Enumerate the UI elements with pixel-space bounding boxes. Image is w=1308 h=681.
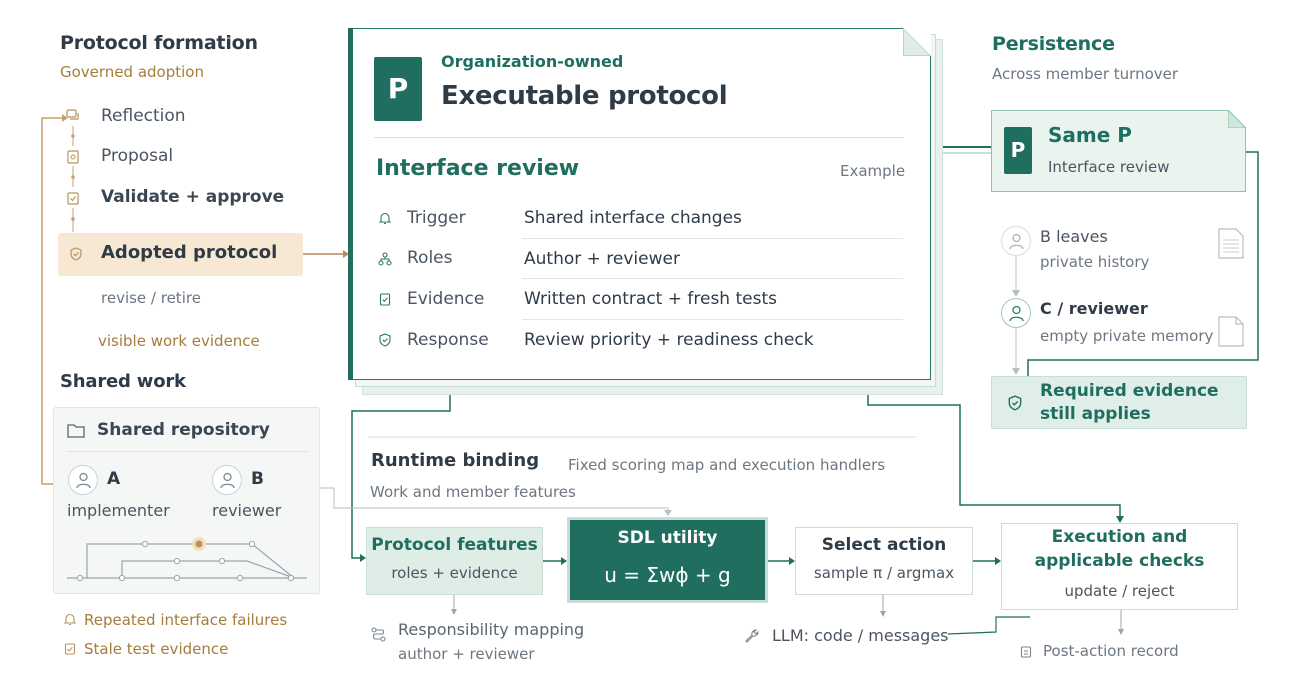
row-roles-key: Roles (407, 248, 453, 268)
signal-repeated-failures: Repeated interface failures (84, 611, 288, 629)
clipboard-icon (1020, 646, 1032, 658)
required-evidence-line1: Required evidence (1040, 381, 1219, 401)
row-divider (522, 278, 903, 279)
member-a-role: implementer (67, 501, 170, 520)
clipboard-icon (64, 643, 76, 655)
row-divider (522, 238, 903, 239)
avatar (1001, 226, 1031, 256)
page-fold-icon (903, 28, 931, 56)
runtime-binding-title: Runtime binding (371, 450, 540, 471)
folder-icon (67, 424, 85, 438)
row-roles-value: Author + reviewer (524, 249, 680, 269)
step-proposal: Proposal (101, 146, 174, 166)
sdl-utility-formula: u = Σwϕ + g (604, 563, 731, 587)
empty-document-icon (1218, 316, 1244, 347)
responsibility-mapping-title: Responsibility mapping (398, 620, 585, 639)
row-divider (522, 319, 903, 320)
card-title: Executable protocol (441, 81, 728, 111)
same-protocol-badge: P (1004, 127, 1032, 174)
row-trigger-key: Trigger (407, 208, 466, 228)
revise-retire-label: revise / retire (101, 289, 201, 307)
branch-graph (67, 537, 307, 582)
sdl-utility-title: SDL utility (617, 528, 718, 548)
protocol-formation-title: Protocol formation (60, 32, 258, 54)
same-protocol-subtitle: Interface review (1048, 158, 1170, 176)
step-reflection: Reflection (101, 106, 186, 126)
persistence-title: Persistence (992, 33, 1115, 55)
work-features-note: Work and member features (370, 483, 576, 501)
shared-repository-title: Shared repository (97, 420, 270, 440)
protocol-features-sub: roles + evidence (391, 564, 518, 582)
b-leaves-label: B leaves (1040, 227, 1108, 246)
member-a-letter: A (107, 469, 121, 489)
row-evidence-value: Written contract + fresh tests (524, 289, 777, 309)
c-reviewer-label: C / reviewer (1040, 299, 1148, 318)
example-tag: Example (840, 162, 906, 180)
shield-check-icon (1008, 395, 1022, 411)
signal-stale-evidence: Stale test evidence (84, 640, 229, 658)
page-fold-icon (1228, 110, 1246, 128)
user-icon (1009, 305, 1024, 321)
card-kicker: Organization-owned (441, 52, 624, 71)
protocol-badge: P (374, 57, 422, 121)
card-divider (374, 137, 904, 138)
bell-icon (378, 212, 392, 225)
post-action-record: Post-action record (1043, 642, 1179, 660)
shared-work-title: Shared work (60, 371, 186, 392)
shield-check-icon (70, 247, 82, 261)
avatar (68, 465, 98, 495)
user-icon (76, 472, 91, 488)
execution-sub: update / reject (1064, 582, 1175, 600)
clipboard-check-icon (67, 192, 79, 205)
required-evidence-line2: still applies (1040, 404, 1151, 424)
document-search-icon (67, 150, 79, 164)
avatar (1001, 298, 1031, 328)
bell-icon (64, 613, 76, 626)
user-icon (1009, 233, 1024, 249)
document-icon (1218, 228, 1244, 259)
select-action-title: Select action (821, 535, 947, 555)
member-b-role: reviewer (212, 501, 282, 520)
visible-work-evidence-label: visible work evidence (98, 332, 260, 350)
llm-label: LLM: code / messages (772, 626, 949, 645)
execution-title-line1: Execution and (1051, 527, 1188, 547)
step-validate-approve: Validate + approve (101, 187, 285, 207)
member-b-letter: B (251, 469, 264, 489)
row-response-key: Response (407, 330, 489, 350)
adopted-protocol-label: Adopted protocol (101, 242, 278, 263)
user-icon (220, 472, 235, 488)
row-trigger-value: Shared interface changes (524, 208, 742, 228)
shield-check-icon (379, 333, 391, 347)
execution-title-line2: applicable checks (1034, 551, 1205, 571)
row-evidence-key: Evidence (407, 289, 485, 309)
row-response-value: Review priority + readiness check (524, 330, 814, 350)
interface-review-title: Interface review (376, 156, 580, 181)
responsibility-mapping-sub: author + reviewer (398, 645, 535, 663)
avatar (212, 465, 242, 495)
persistence-subtitle: Across member turnover (992, 65, 1179, 83)
fixed-scoring-note: Fixed scoring map and execution handlers (568, 456, 886, 474)
select-action-sub: sample π / argmax (813, 564, 955, 582)
clipboard-icon (379, 293, 391, 306)
same-protocol-title: Same P (1048, 123, 1132, 147)
wrench-icon (745, 629, 759, 643)
mapping-icon (371, 627, 386, 642)
c-empty-memory: empty private memory (1040, 327, 1214, 345)
b-private-history: private history (1040, 253, 1150, 271)
hierarchy-icon (378, 252, 392, 266)
repo-divider (66, 451, 308, 452)
chat-icon (66, 109, 79, 120)
protocol-formation-subtitle: Governed adoption (60, 63, 204, 81)
protocol-features-title: Protocol features (371, 535, 538, 555)
